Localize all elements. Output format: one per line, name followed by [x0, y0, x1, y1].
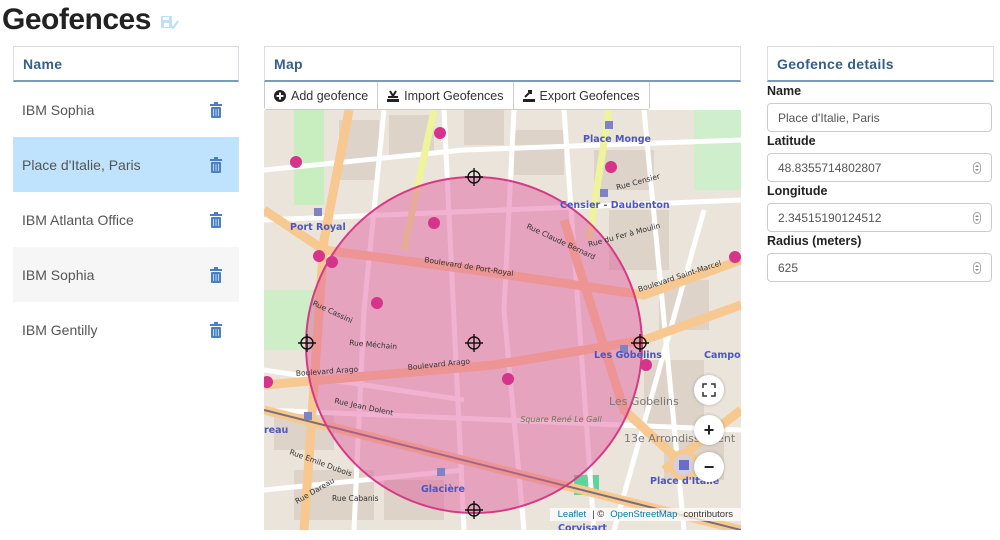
trash-icon[interactable]	[209, 266, 223, 283]
map-view[interactable]: Port Royal Place Monge Censier - Daubent…	[264, 110, 741, 530]
attribution-separator: | ©	[592, 509, 605, 520]
zoom-in-icon: +	[703, 419, 715, 440]
longitude-field[interactable]: 2.34515190124512	[767, 203, 992, 232]
export-geofences-button[interactable]: Export Geofences	[513, 82, 649, 109]
import-icon	[387, 89, 400, 102]
label-les-gobelins-area: Les Gobelins	[609, 395, 679, 408]
zoom-out-icon: −	[703, 456, 715, 477]
geofence-list: IBM Sophia Place d'Italie, Paris IBM Atl…	[13, 82, 239, 357]
list-item-label: Place d'Italie, Paris	[22, 156, 141, 173]
osm-link[interactable]: OpenStreetMap	[610, 509, 677, 520]
label-port-royal: Port Royal	[290, 222, 346, 233]
list-item-label: IBM Sophia	[22, 101, 95, 118]
details-panel-header: Geofence details	[767, 46, 994, 82]
label-place-monge: Place Monge	[583, 134, 651, 145]
page-title: Geofences	[2, 3, 179, 37]
list-item-label: IBM Sophia	[22, 266, 95, 283]
pharmacy-marker	[371, 297, 383, 309]
label-censier: Censier - Daubenton	[560, 200, 670, 211]
details-panel-title: Geofence details	[777, 56, 894, 72]
name-panel-title: Name	[23, 56, 63, 72]
zoom-in-button[interactable]: +	[694, 415, 724, 445]
name-label: Name	[767, 84, 802, 98]
radius-value: 625	[778, 260, 799, 275]
add-geofence-button[interactable]: Add geofence	[265, 82, 379, 109]
metro-marker	[437, 468, 445, 476]
export-icon	[522, 89, 535, 102]
import-geofences-button[interactable]: Import Geofences	[378, 82, 514, 109]
park	[694, 110, 741, 190]
list-item[interactable]: IBM Sophia	[13, 247, 239, 302]
latitude-value: 48.8355714802807	[778, 160, 882, 175]
map-tiles[interactable]: Port Royal Place Monge Censier - Daubent…	[264, 110, 741, 530]
latitude-label: Latitude	[767, 134, 816, 148]
map-attribution: Leaflet | © OpenStreetMap contributors	[549, 508, 741, 521]
map-panel-title: Map	[274, 56, 303, 72]
trash-icon[interactable]	[209, 321, 223, 338]
longitude-label: Longitude	[767, 184, 828, 198]
fullscreen-button[interactable]	[694, 375, 724, 405]
fullscreen-icon	[702, 383, 716, 397]
zoom-out-button[interactable]: −	[694, 452, 724, 482]
radius-label: Radius (meters)	[767, 234, 862, 248]
label-rue-cabanis: Rue Cabanis	[332, 494, 379, 503]
label-campo: Campo-	[704, 350, 741, 361]
attribution-contributors: contributors	[683, 509, 733, 520]
plus-circle-icon	[274, 89, 286, 102]
pharmacy-marker	[428, 217, 440, 229]
longitude-value: 2.34515190124512	[778, 210, 882, 225]
name-panel-header: Name	[13, 46, 239, 82]
name-field[interactable]: Place d'Italie, Paris	[767, 103, 992, 132]
pharmacy-marker	[605, 161, 617, 173]
page-title-text: Geofences	[2, 3, 151, 36]
label-les-gobelins-station: Les Gobelins	[594, 350, 662, 361]
pharmacy-marker	[326, 256, 338, 268]
pharmacy-marker	[502, 373, 514, 385]
pharmacy-marker	[290, 156, 302, 168]
list-item[interactable]: IBM Sophia	[13, 82, 239, 137]
list-item-label: IBM Gentilly	[22, 321, 98, 338]
radius-field[interactable]: 625	[767, 253, 992, 282]
label-glaciere: Glacière	[421, 484, 465, 495]
metro-marker	[314, 208, 322, 216]
add-geofence-label: Add geofence	[291, 88, 369, 103]
map-toolbar: Add geofence Import Geofences Export Geo…	[264, 82, 650, 110]
latitude-field[interactable]: 48.8355714802807	[767, 153, 992, 182]
import-geofences-label: Import Geofences	[404, 88, 504, 103]
list-item[interactable]: IBM Atlanta Office	[13, 192, 239, 247]
map-panel-header: Map	[264, 46, 741, 82]
radius-spinner-icon[interactable]	[973, 261, 981, 274]
list-item[interactable]: IBM Gentilly	[13, 302, 239, 357]
list-item[interactable]: Place d'Italie, Paris	[13, 137, 239, 192]
pharmacy-marker	[434, 127, 446, 139]
trash-icon[interactable]	[209, 156, 223, 173]
list-item-label: IBM Atlanta Office	[22, 211, 134, 228]
latitude-spinner-icon[interactable]	[973, 161, 981, 174]
metro-marker	[605, 121, 613, 129]
name-value: Place d'Italie, Paris	[778, 110, 880, 125]
label-square: Square René Le Gall	[520, 414, 602, 424]
label-corvisart: Corvisart	[558, 523, 607, 530]
trash-icon[interactable]	[209, 101, 223, 118]
label-reau: reau	[264, 425, 288, 436]
longitude-spinner-icon[interactable]	[973, 211, 981, 224]
trash-icon[interactable]	[209, 211, 223, 228]
pharmacy-marker	[729, 251, 741, 263]
leaflet-link[interactable]: Leaflet	[558, 509, 587, 520]
pharmacy-marker	[313, 250, 325, 262]
metro-marker	[600, 189, 608, 197]
metro-marker	[304, 412, 312, 420]
save-icon[interactable]	[160, 16, 179, 30]
export-geofences-label: Export Geofences	[539, 88, 640, 103]
